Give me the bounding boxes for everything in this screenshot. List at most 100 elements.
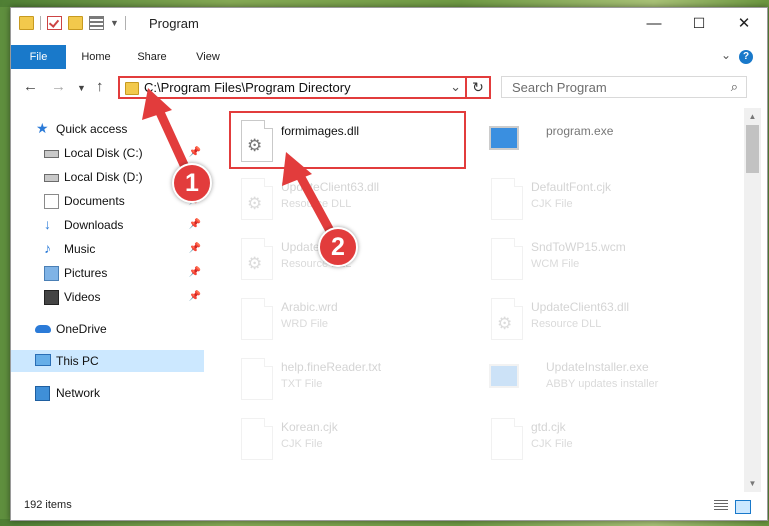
close-button[interactable]: ✕ — [721, 8, 767, 38]
file-type: Resource DLL — [281, 198, 352, 210]
file-icon — [241, 298, 273, 340]
dll-file-icon: ⚙ — [241, 238, 273, 280]
tab-file[interactable]: File — [11, 45, 66, 69]
file-icon — [241, 358, 273, 400]
large-icons-view-icon[interactable] — [735, 500, 751, 514]
forward-arrow-icon[interactable]: → — [51, 78, 66, 95]
view-options-icon[interactable] — [89, 16, 104, 30]
step-1-badge: 1 — [172, 163, 212, 203]
file-item[interactable]: DefaultFont.cjk CJK File — [481, 172, 713, 228]
pin-icon[interactable]: 📌 — [189, 267, 201, 278]
customize-toolbar-chevron-icon[interactable]: ▼ — [110, 18, 119, 28]
recent-locations-chevron-icon[interactable]: ▼ — [77, 83, 86, 93]
exe-file-icon — [489, 126, 519, 152]
tab-home[interactable]: Home — [73, 45, 119, 69]
downloads-icon: ↓ — [44, 216, 51, 232]
sidebar-item-label: Quick access — [56, 122, 128, 136]
maximize-button[interactable]: ☐ — [676, 8, 722, 38]
quick-access-toolbar: ▼ — [19, 16, 126, 30]
file-type: TXT File — [281, 378, 323, 390]
back-arrow-icon[interactable]: ← — [23, 78, 38, 95]
sidebar-item-quick-access[interactable]: ★ Quick access — [11, 118, 204, 140]
pin-icon[interactable]: 📌 — [189, 219, 201, 230]
tab-view[interactable]: View — [185, 45, 231, 69]
file-icon — [491, 178, 523, 220]
sidebar-item-label: OneDrive — [56, 322, 107, 336]
exe-file-icon — [489, 364, 519, 390]
file-highlight-box — [229, 111, 466, 169]
file-icon — [491, 238, 523, 280]
sidebar-item-music[interactable]: ♪ Music 📌 — [11, 238, 204, 260]
sidebar-item-network[interactable]: Network — [11, 382, 204, 404]
file-name: gtd.cjk — [531, 420, 566, 434]
sidebar-item-pictures[interactable]: Pictures 📌 — [11, 262, 204, 284]
file-name: DefaultFont.cjk — [531, 180, 612, 194]
search-input[interactable]: Search Program ⌕ — [501, 76, 747, 98]
address-dropdown-chevron-icon[interactable]: ⌄ — [450, 79, 461, 95]
pin-icon[interactable]: 📌 — [189, 291, 201, 302]
file-item[interactable]: UpdateInstaller.exe ABBY updates install… — [481, 352, 713, 408]
videos-icon — [44, 290, 59, 305]
details-view-icon[interactable] — [714, 500, 728, 512]
file-type: CJK File — [531, 438, 573, 450]
file-type: WCM File — [531, 258, 580, 270]
scroll-up-arrow-icon[interactable]: ▲ — [744, 108, 761, 125]
file-item[interactable]: ⚙ UpdateClient63.dll Resource DLL — [231, 172, 463, 228]
sidebar-item-local-disk-c[interactable]: Local Disk (C:) 📌 — [11, 142, 204, 164]
file-name: UpdateClient63.dll — [531, 300, 630, 314]
item-count: 192 items — [24, 499, 72, 511]
file-type: CJK File — [281, 438, 323, 450]
file-name: SndToWP15.wcm — [531, 240, 626, 254]
up-arrow-icon[interactable]: ↑ — [96, 78, 104, 95]
file-item[interactable]: Arabic.wrd WRD File — [231, 292, 463, 348]
navigation-pane: ★ Quick access Local Disk (C:) 📌 Local D… — [11, 112, 204, 492]
desktop-background-top — [0, 0, 769, 7]
file-item[interactable]: help.fineReader.txt TXT File — [231, 352, 463, 408]
tab-share[interactable]: Share — [129, 45, 175, 69]
scroll-down-arrow-icon[interactable]: ▼ — [744, 475, 761, 492]
drive-icon — [44, 174, 59, 182]
help-icon[interactable]: ? — [739, 50, 753, 64]
vertical-scrollbar[interactable]: ▲ ▼ — [744, 108, 761, 492]
address-path[interactable]: C:\Program Files\Program Directory — [144, 80, 351, 95]
file-item-program-exe[interactable]: program.exe — [481, 114, 713, 170]
drive-icon — [44, 150, 59, 158]
divider — [124, 16, 126, 30]
this-pc-icon — [35, 354, 51, 366]
status-bar: 192 items — [11, 496, 767, 518]
sidebar-item-onedrive[interactable]: OneDrive — [11, 318, 204, 340]
pin-icon[interactable]: 📌 — [189, 243, 201, 254]
file-icon — [241, 418, 273, 460]
sidebar-item-label: Music — [64, 242, 96, 256]
file-item[interactable]: gtd.cjk CJK File — [481, 412, 713, 468]
sidebar-item-label: Local Disk (C:) — [64, 146, 143, 160]
sidebar-item-label: Network — [56, 386, 101, 400]
file-type: CJK File — [531, 198, 573, 210]
sidebar-item-videos[interactable]: Videos 📌 — [11, 286, 204, 308]
file-item[interactable]: Korean.cjk CJK File — [231, 412, 463, 468]
address-bar[interactable]: C:\Program Files\Program Directory ⌄ ↻ — [118, 76, 491, 99]
file-explorer-window: ▼ Program — ☐ ✕ File Home Share View ⌄ ?… — [10, 7, 768, 521]
ribbon-tabs: File Home Share View ⌄ ? — [11, 45, 767, 69]
sidebar-item-label: Videos — [64, 290, 101, 304]
pin-icon[interactable]: 📌 — [189, 147, 201, 158]
file-type: ABBY updates installer — [546, 378, 659, 390]
file-type: WRD File — [281, 318, 329, 330]
sidebar-item-this-pc[interactable]: This PC — [11, 350, 204, 372]
file-name: Korean.cjk — [281, 420, 338, 434]
sidebar-item-downloads[interactable]: ↓ Downloads 📌 — [11, 214, 204, 236]
properties-check-icon[interactable] — [47, 16, 62, 30]
dll-file-icon: ⚙ — [491, 298, 523, 340]
star-icon: ★ — [36, 120, 49, 136]
sidebar-item-label: Documents — [64, 194, 125, 208]
new-folder-icon[interactable] — [68, 16, 83, 30]
file-item[interactable]: SndToWP15.wcm WCM File — [481, 232, 713, 288]
file-item[interactable]: ⚙ UpdateClient63.dll Resource DLL — [481, 292, 713, 348]
collapse-ribbon-chevron-icon[interactable]: ⌄ — [721, 48, 731, 62]
refresh-icon[interactable]: ↻ — [465, 76, 489, 99]
minimize-button[interactable]: — — [631, 8, 677, 38]
sidebar-item-label: This PC — [56, 354, 99, 368]
file-name: Arabic.wrd — [281, 300, 338, 314]
search-icon[interactable]: ⌕ — [731, 79, 738, 95]
scrollbar-thumb[interactable] — [746, 125, 759, 173]
